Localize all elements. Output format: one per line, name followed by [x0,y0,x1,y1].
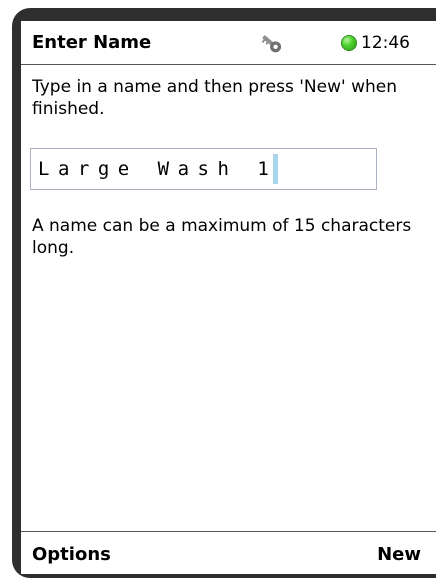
screen: Enter Name 12:46 Type in a name and then… [21,21,436,574]
device-frame: Enter Name 12:46 Type in a name and then… [0,0,436,578]
options-softkey[interactable]: Options [32,544,111,565]
title-bar: Enter Name 12:46 [21,21,436,65]
name-input[interactable]: Large Wash 1 [30,148,377,190]
text-cursor [273,154,279,184]
character-limit-note: A name can be a maximum of 15 characters… [32,216,412,258]
softkey-bar: Options New [21,531,436,574]
status-indicator-icon [341,35,357,51]
key-icon [261,35,282,53]
clock: 12:46 [361,33,410,53]
instruction-text: Type in a name and then press 'New' when… [32,77,397,119]
name-input-value: Large Wash 1 [38,158,278,180]
page-title: Enter Name [32,32,152,53]
new-softkey[interactable]: New [377,544,421,565]
